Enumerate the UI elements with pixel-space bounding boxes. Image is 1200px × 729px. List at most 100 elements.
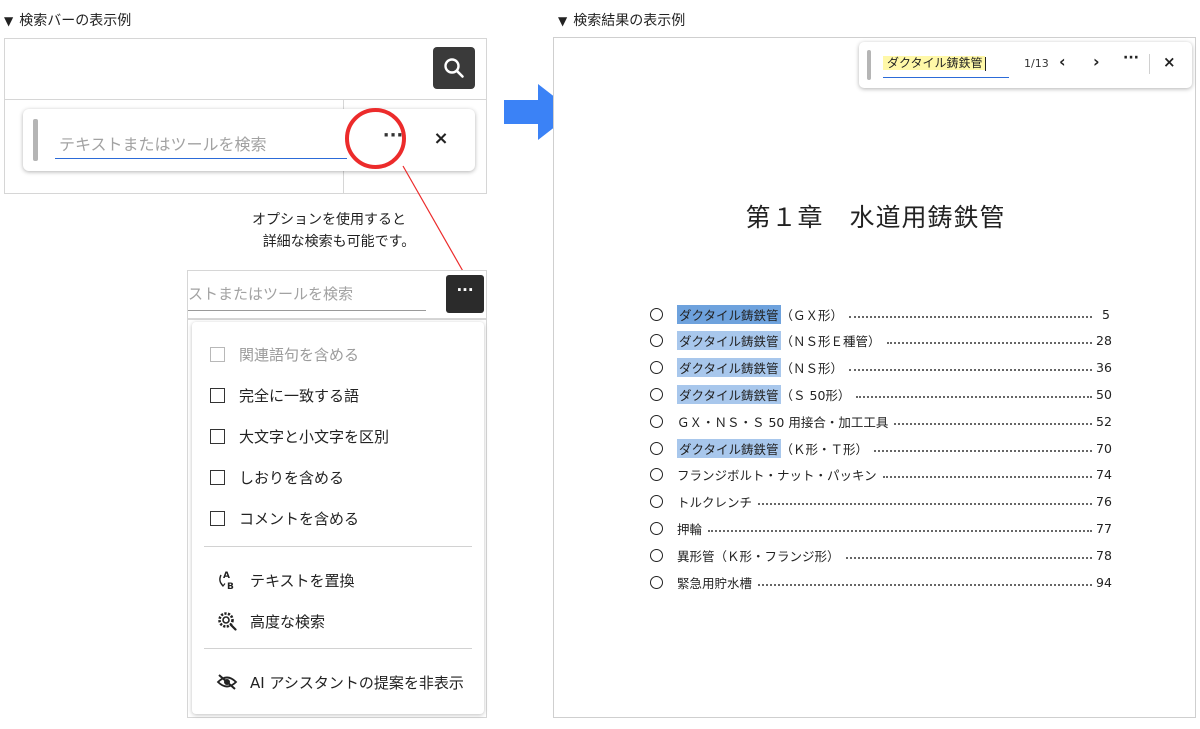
leader-dots [874, 445, 1092, 452]
toc-row[interactable]: 異形管（Ｋ形・フランジ形） 78 [650, 545, 1112, 565]
bullet-circle-icon [650, 468, 663, 482]
text-caret [984, 56, 986, 71]
bullet-circle-icon [650, 414, 663, 428]
toc-entry-text: ダクタイル鋳鉄管 （ＮＳ形Ｅ種管） [677, 331, 881, 351]
search-icon [444, 58, 464, 78]
search-button[interactable] [433, 47, 475, 89]
leader-dots [882, 471, 1092, 479]
leader-dots [758, 498, 1092, 506]
page-number: 78 [1096, 547, 1112, 563]
current-match-highlight: ダクタイル鋳鉄管 [677, 304, 781, 324]
toc-entry-label: （ＮＳ形） [780, 361, 844, 377]
close-button[interactable]: × [429, 127, 453, 151]
bullet-circle-icon [650, 387, 663, 401]
checkbox[interactable] [210, 429, 225, 444]
toc-entry-label: （ＧＸ形） [780, 307, 844, 323]
toc-row[interactable]: フランジボルト・ナット・パッキン 74 [650, 465, 1112, 485]
drag-handle[interactable] [33, 119, 38, 161]
bullet-circle-icon [650, 334, 663, 348]
options-menu: 関連語句を含める 完全に一致する語 大文字と小文字を区別 しおりを含める コメン… [187, 319, 487, 718]
next-result-button[interactable]: › [1093, 52, 1100, 71]
toc-entry-text: ダクタイル鋳鉄管 （Ｋ形・Ｔ形） [677, 438, 869, 458]
menu-separator [204, 546, 472, 547]
find-input[interactable]: ダクタイル鋳鉄管 [883, 50, 1009, 78]
option-include-related[interactable]: 関連語句を含める [210, 344, 359, 365]
toc-entry-text: 緊急用貯水槽 [677, 573, 752, 592]
checkbox[interactable] [210, 388, 225, 403]
match-highlight: ダクタイル鋳鉄管 [677, 358, 781, 378]
menu-separator [204, 648, 472, 649]
page-number: 76 [1096, 494, 1112, 510]
option-include-bookmarks[interactable]: しおりを含める [210, 467, 344, 488]
checkbox[interactable] [210, 347, 225, 362]
find-bar: ダクタイル鋳鉄管 1/13 ‹ › ··· × [859, 42, 1192, 88]
menu-item-hide-ai-suggestions[interactable]: AI アシスタントの提案を非表示 [216, 671, 464, 693]
toc-entry-label: （Ｓ 50形） [780, 387, 851, 403]
match-highlight: ダクタイル鋳鉄管 [677, 384, 781, 404]
search-input[interactable]: テキストまたはツールを検索 [55, 127, 347, 159]
options-button[interactable]: ··· [1123, 50, 1139, 66]
menu-item-advanced-search[interactable]: 高度な検索 [216, 610, 325, 632]
toc-row[interactable]: ダクタイル鋳鉄管 （Ｓ 50形） 50 [650, 384, 1112, 404]
leader-dots [708, 525, 1092, 532]
toc-entry-label: （Ｋ形・Ｔ形） [780, 441, 869, 457]
eye-off-icon [216, 671, 238, 693]
svg-text:B: B [227, 582, 234, 591]
leader-dots [894, 418, 1092, 425]
toc-entry-label: トルクレンチ [677, 495, 753, 511]
toc-entry-text: フランジボルト・ナット・パッキン [677, 465, 877, 484]
search-bar: テキストまたはツールを検索 ··· × [23, 109, 475, 171]
toc-row[interactable]: ダクタイル鋳鉄管 （ＮＳ形） 36 [650, 358, 1112, 378]
leader-dots [845, 552, 1092, 559]
menu-item-replace-text[interactable]: A B テキストを置換 [216, 569, 355, 591]
divider [1149, 54, 1150, 74]
search-result-document: ダクタイル鋳鉄管 1/13 ‹ › ··· × 第１章 水道用鋳鉄管 ダクタイル… [553, 37, 1196, 718]
page-number: 36 [1096, 360, 1112, 376]
toc-entry-label: ＧＸ・ＮＳ・Ｓ 50 用接合・加工工具 [677, 414, 889, 430]
toc-row[interactable]: 押輪 77 [650, 518, 1112, 538]
toc-entry-text: ダクタイル鋳鉄管 （Ｓ 50形） [677, 384, 851, 404]
toc-entry-text: ＧＸ・ＮＳ・Ｓ 50 用接合・加工工具 [677, 412, 888, 431]
toc-entry-label: （ＮＳ形Ｅ種管） [780, 334, 881, 350]
leader-dots [758, 579, 1092, 586]
close-button[interactable]: × [1163, 53, 1176, 71]
options-button-active[interactable]: ··· [446, 275, 484, 313]
bullet-circle-icon [650, 575, 663, 589]
option-exact-match[interactable]: 完全に一致する語 [210, 385, 359, 406]
advanced-search-icon [216, 610, 238, 632]
toc-row[interactable]: 緊急用貯水槽 94 [650, 572, 1112, 592]
drag-handle[interactable] [867, 50, 871, 80]
toc-row[interactable]: ダクタイル鋳鉄管 （ＮＳ形Ｅ種管） 28 [650, 331, 1112, 351]
option-case-sensitive[interactable]: 大文字と小文字を区別 [210, 426, 389, 447]
left-caption: ▼ 検索バーの表示例 [4, 13, 132, 29]
checkbox[interactable] [210, 511, 225, 526]
match-highlight: ダクタイル鋳鉄管 [677, 331, 781, 351]
replace-text-icon: A B [216, 569, 238, 591]
toc-entry-label: 押輪 [677, 521, 703, 537]
leader-dots [849, 311, 1092, 318]
right-caption: ▼ 検索結果の表示例 [558, 13, 686, 29]
leader-dots [849, 364, 1092, 372]
highlight-circle [345, 108, 406, 169]
toc-entry-label: 緊急用貯水槽 [677, 575, 753, 591]
match-highlight: ダクタイル鋳鉄管 [677, 438, 781, 458]
page-number: 28 [1096, 333, 1112, 349]
toc-row[interactable]: ダクタイル鋳鉄管 （ＧＸ形） 5 [650, 304, 1110, 324]
page-number: 52 [1096, 413, 1112, 429]
previous-result-button[interactable]: ‹ [1059, 52, 1066, 71]
toc-entry-text: 異形管（Ｋ形・フランジ形） [677, 546, 840, 565]
options-menu-card: 関連語句を含める 完全に一致する語 大文字と小文字を区別 しおりを含める コメン… [192, 322, 484, 714]
chapter-title: 第１章 水道用鋳鉄管 [745, 203, 1006, 232]
bullet-circle-icon [650, 548, 663, 562]
option-include-comments[interactable]: コメントを含める [210, 508, 359, 529]
checkbox[interactable] [210, 470, 225, 485]
page-number: 5 [1102, 306, 1110, 322]
page-number: 94 [1096, 574, 1112, 590]
toc-row[interactable]: ＧＸ・ＮＳ・Ｓ 50 用接合・加工工具 52 [650, 411, 1112, 431]
search-input[interactable]: ストまたはツールを検索 [188, 283, 426, 311]
toolbar-example-panel: テキストまたはツールを検索 ··· × [4, 38, 487, 194]
toc-entry-label: フランジボルト・ナット・パッキン [677, 468, 877, 484]
page-number: 77 [1096, 520, 1112, 536]
toc-row[interactable]: ダクタイル鋳鉄管 （Ｋ形・Ｔ形） 70 [650, 438, 1112, 458]
toc-row[interactable]: トルクレンチ 76 [650, 492, 1112, 512]
